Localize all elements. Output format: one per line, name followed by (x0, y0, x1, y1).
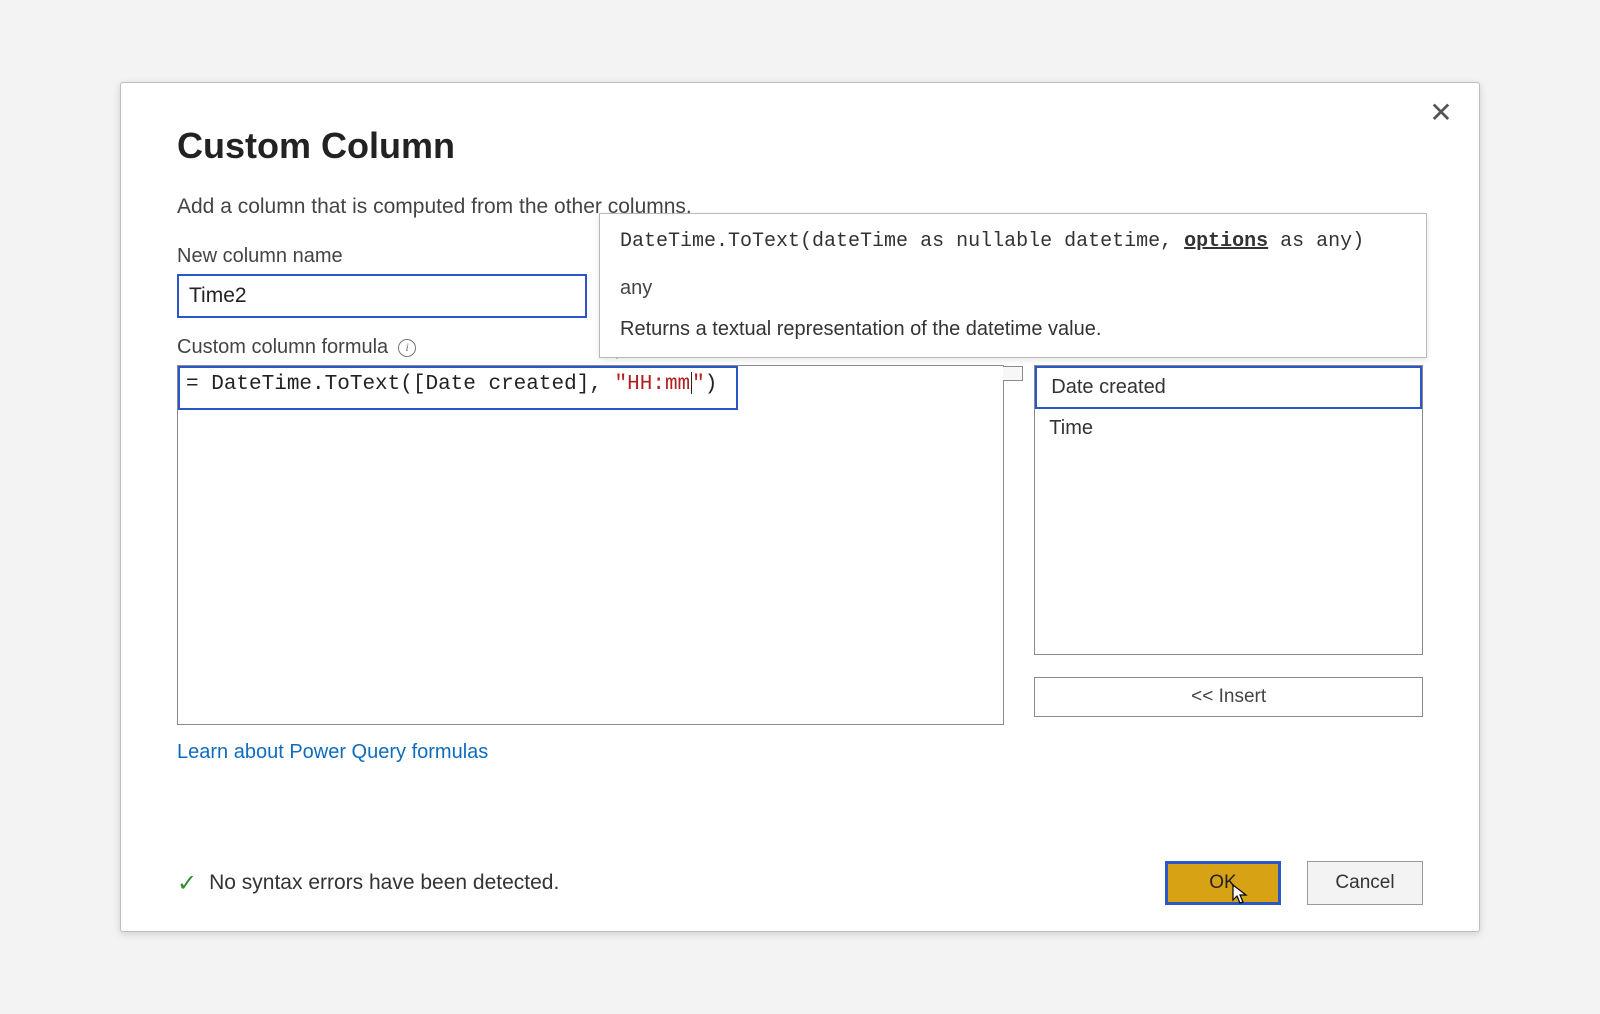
custom-column-formula-input[interactable]: = DateTime.ToText([Date created], "HH:mm… (177, 365, 1004, 725)
formula-text: = DateTime.ToText([Date created], "HH:mm… (186, 373, 717, 396)
tooltip-p1: dateTime (812, 230, 908, 253)
dialog-title: Custom Column (177, 125, 1423, 167)
tooltip-description: Returns a textual representation of the … (620, 318, 1406, 341)
ok-button[interactable]: OK (1165, 861, 1281, 905)
check-icon: ✓ (177, 869, 197, 898)
available-column-item[interactable]: Time (1035, 409, 1422, 448)
custom-column-formula-label: Custom column formula (177, 336, 388, 359)
syntax-status-text: No syntax errors have been detected. (209, 871, 559, 895)
formula-scrollbar[interactable] (1003, 366, 1023, 381)
learn-link[interactable]: Learn about Power Query formulas (177, 741, 1423, 764)
tooltip-signature: DateTime.ToText(dateTime as nullable dat… (620, 230, 1406, 253)
cancel-button[interactable]: Cancel (1307, 861, 1423, 905)
available-column-item[interactable]: Date created (1035, 366, 1422, 409)
intellisense-tooltip: DateTime.ToText(dateTime as nullable dat… (599, 213, 1427, 358)
info-icon[interactable]: i (398, 339, 416, 357)
tooltip-p2: options (1184, 230, 1268, 253)
custom-column-dialog: ✕ Custom Column Add a column that is com… (120, 82, 1480, 932)
insert-column-button[interactable]: << Insert (1034, 677, 1423, 717)
ok-button-label: OK (1209, 872, 1236, 893)
close-button[interactable]: ✕ (1427, 99, 1455, 127)
new-column-name-input[interactable] (177, 274, 587, 318)
tooltip-fn: DateTime.ToText (620, 230, 800, 253)
tooltip-p2-type: any (1316, 230, 1352, 253)
available-columns-list[interactable]: Date created Time (1034, 365, 1423, 655)
syntax-status: ✓ No syntax errors have been detected. (177, 869, 559, 898)
tooltip-return-type: any (620, 277, 1406, 300)
tooltip-p1-type: nullable datetime (956, 230, 1160, 253)
